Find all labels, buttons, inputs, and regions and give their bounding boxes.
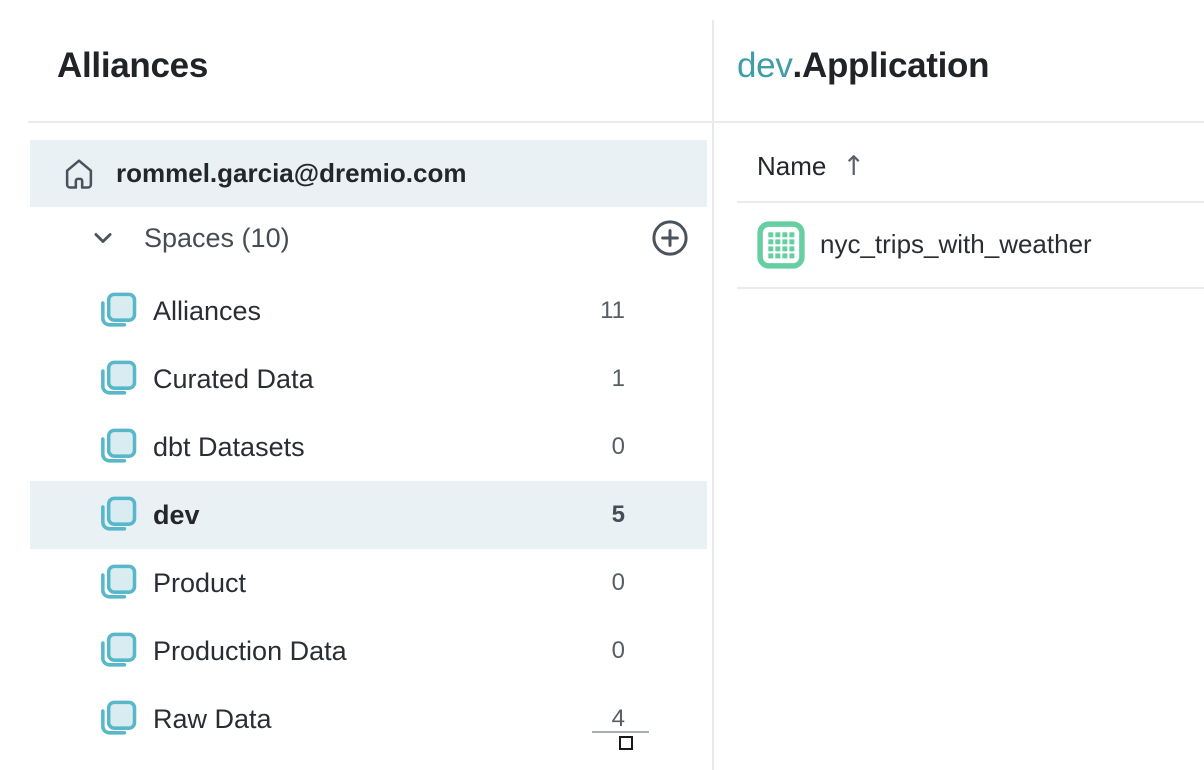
space-list-item[interactable]: Production Data 0 (30, 617, 707, 685)
space-item-label: Curated Data (153, 364, 314, 395)
breadcrumb-separator: . (793, 46, 802, 85)
space-item-count: 0 (612, 637, 625, 665)
panel-divider (712, 20, 714, 770)
spaces-list: Alliances 11 Curated Data 1 (30, 277, 707, 753)
physical-dataset-table-icon (757, 221, 805, 269)
space-item-count: 11 (600, 297, 625, 325)
space-item-label: Raw Data (153, 704, 272, 735)
table-column-header-name[interactable]: Name ↑ (757, 138, 865, 194)
space-item-count: 1 (612, 365, 625, 393)
chevron-down-icon[interactable] (86, 221, 120, 255)
space-icon (94, 356, 140, 402)
space-icon (94, 560, 140, 606)
space-item-label: dev (153, 500, 200, 531)
space-item-label: dbt Datasets (153, 432, 305, 463)
sort-ascending-icon: ↑ (842, 151, 865, 182)
dataset-name: nyc_trips_with_weather (820, 229, 1092, 260)
spaces-section-label: Spaces (10) (144, 223, 290, 254)
dremio-catalog-page: Alliances rommel.garcia@dremio.com Space… (0, 0, 1204, 770)
space-list-item[interactable]: dbt Datasets 0 (30, 413, 707, 481)
header-divider (28, 121, 1204, 123)
space-item-count: 0 (612, 433, 625, 461)
space-icon (94, 288, 140, 334)
breadcrumb: dev.Application (737, 46, 989, 86)
space-item-label: Alliances (153, 296, 261, 327)
home-catalog-item[interactable]: rommel.garcia@dremio.com (30, 140, 707, 207)
space-icon (94, 424, 140, 470)
space-item-label: Production Data (153, 636, 347, 667)
cursor-square-artifact (619, 736, 633, 750)
spaces-section-header: Spaces (10) (30, 212, 707, 264)
add-space-button[interactable] (649, 217, 691, 259)
name-column-label: Name (757, 151, 826, 182)
breadcrumb-space-link[interactable]: dev (737, 46, 793, 85)
space-list-item[interactable]: Raw Data 4 (30, 685, 707, 753)
space-item-count: 0 (612, 569, 625, 597)
space-icon (94, 492, 140, 538)
space-list-item[interactable]: Curated Data 1 (30, 345, 707, 413)
dataset-row[interactable]: nyc_trips_with_weather (757, 202, 1092, 287)
breadcrumb-current-folder: Application (802, 46, 989, 85)
space-item-count: 4 (612, 705, 625, 733)
space-list-item[interactable]: Alliances 11 (30, 277, 707, 345)
space-item-count: 5 (612, 501, 625, 529)
space-icon (94, 628, 140, 674)
sidebar-title: Alliances (57, 46, 208, 86)
space-list-item[interactable]: Product 0 (30, 549, 707, 617)
space-icon (94, 696, 140, 742)
count-underline-artifact (592, 731, 649, 733)
table-row-divider (737, 287, 1204, 289)
home-icon (60, 155, 98, 193)
home-item-label: rommel.garcia@dremio.com (116, 158, 466, 189)
space-item-label: Product (153, 568, 246, 599)
space-list-item[interactable]: dev 5 (30, 481, 707, 549)
